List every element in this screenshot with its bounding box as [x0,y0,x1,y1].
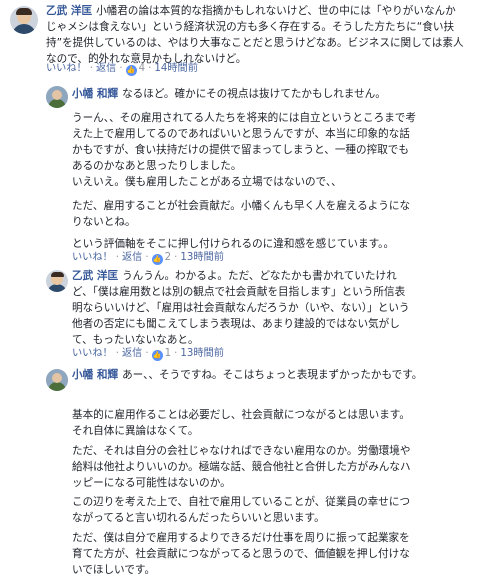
author-name[interactable]: 小幡 和輝 [72,369,118,381]
comment-paragraph: あー、、そうですね。そこはちょっと表現まずかったかもです。 [122,369,423,381]
like-count[interactable]: 4 [139,63,145,74]
like-button[interactable]: いいね！ [72,252,113,263]
avatar[interactable] [46,369,68,391]
thumbs-up-icon: 👍 [151,254,163,265]
reply-button[interactable]: 返信 [122,348,142,359]
timestamp[interactable]: 13時間前 [180,348,224,359]
timestamp[interactable]: 13時間前 [180,252,224,263]
comment-paragraph: ただ、僕は自分で雇用するよりできるだけ仕事を周りに振って起業家を育てた方が、社会… [72,532,410,576]
like-count[interactable]: 2 [165,252,171,263]
like-button[interactable]: いいね！ [72,348,113,359]
author-name[interactable]: 小幡 和輝 [72,88,118,100]
comment-actions: いいね！ · 返信 · 👍 2 · 13時間前 [72,252,224,265]
timestamp[interactable]: 14時間前 [154,63,198,74]
comment-text: うんうん。わかるよ。ただ、どなたかも書かれていたけれど、「僕は雇用数とは別の観点… [72,270,410,346]
thumbs-up-icon: 👍 [151,350,163,361]
like-button[interactable]: いいね！ [46,63,87,74]
reply-button[interactable]: 返信 [96,63,116,74]
comment-paragraph: この辺りを考えた上で、自社で雇用していることが、従業員の幸せにつながってると言い… [72,496,411,524]
comment-paragraph: なるほど。確かにその視点は抜けてたかもしれません。 [122,88,386,100]
comment-actions: いいね！ · 返信 · 👍 4 · 14時間前 [46,63,198,76]
avatar[interactable] [46,86,68,108]
comment-paragraph: いえいえ。僕も雇用したことがある立場ではないので、、 [72,176,342,188]
comment-actions: いいね！ · 返信 · 👍 1 · 13時間前 [72,348,224,361]
comment-paragraph: うーん、、その雇用されてる人たちを将来的には自立というところまで考えた上で雇用し… [72,112,416,172]
comment-text: 小幡君の論は本質的な指摘かもしれないけど、世の中には「やりがいなんかじゃメシは食… [46,5,464,65]
comment-body: 乙武 洋匡 うんうん。わかるよ。ただ、どなたかも書かれていたけれど、「僕は雇用数と… [72,268,410,348]
comment-paragraph: 基本的に雇用作ることは必要だし、社会貢献につながるとは思います。それ自体に異論は… [72,409,410,437]
comment-paragraph: ただ、それは自分の会社じゃなければできない雇用なのか。労働環境や給料は他社よりい… [72,445,411,489]
comment-paragraph: ただ、雇用することが社会貢献だ。小幡くんも早く人を雇えるようになりないとね。 [72,200,411,228]
like-count[interactable]: 1 [165,348,171,359]
comment-body: 小幡 和輝 あー、、そうですね。そこはちょっと表現まずかったかもです。 [72,367,424,383]
thumbs-up-icon: 👍 [125,65,137,76]
comment-body: 乙武 洋匡 小幡君の論は本質的な指摘かもしれないけど、世の中には「やりがいなんかじ… [46,3,466,67]
comment-body: 小幡 和輝 なるほど。確かにその視点は抜けてたかもしれません。 [72,86,467,102]
author-name[interactable]: 乙武 洋匡 [46,5,92,17]
reply-button[interactable]: 返信 [122,252,142,263]
avatar[interactable] [10,6,38,34]
avatar[interactable] [46,270,68,292]
author-name[interactable]: 乙武 洋匡 [72,270,118,282]
